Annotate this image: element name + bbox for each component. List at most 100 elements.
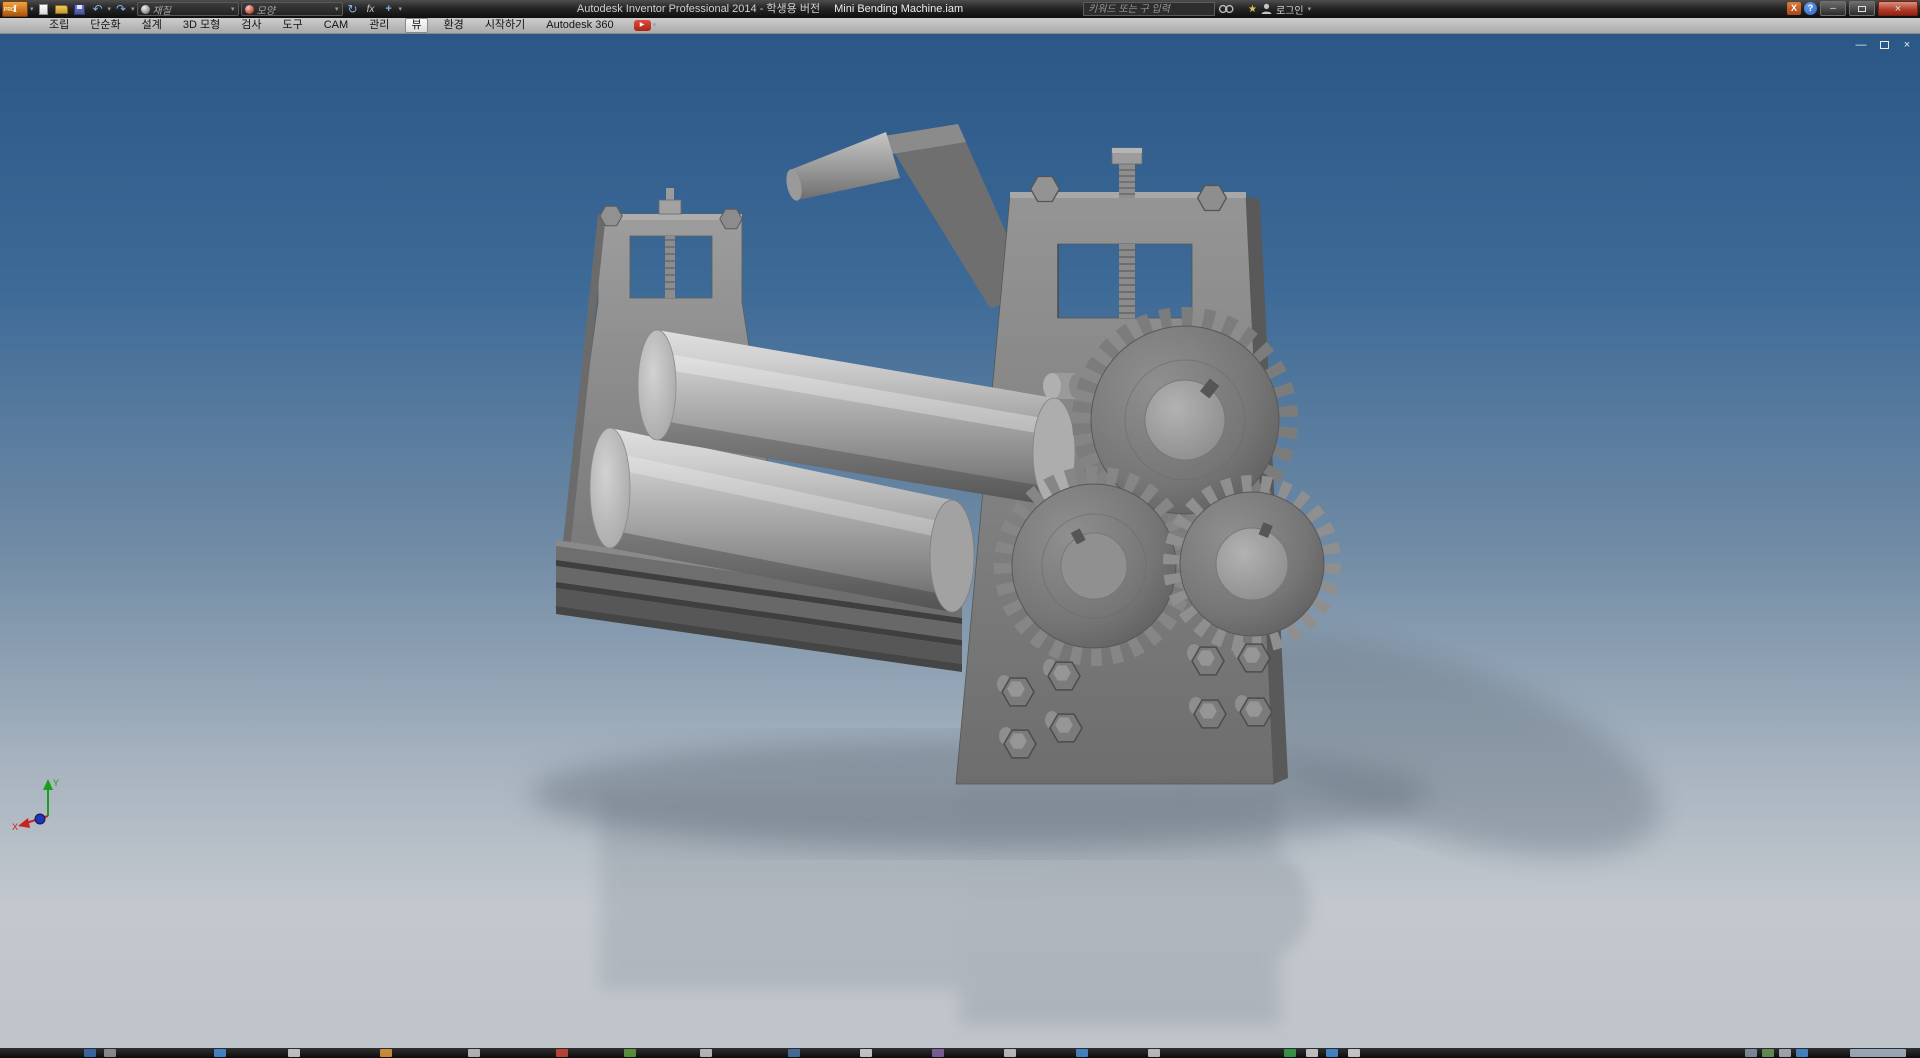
document-title-text: Mini Bending Machine.iam — [834, 3, 964, 15]
chevron-down-icon: ▾ — [335, 5, 339, 13]
3d-viewport[interactable]: X Y — [0, 34, 1920, 1048]
open-folder-icon — [55, 4, 69, 14]
tab-cam[interactable]: CAM — [319, 18, 353, 33]
update-icon: ↻ — [347, 2, 358, 16]
taskbar[interactable] — [0, 1048, 1920, 1058]
help-icon[interactable]: ? — [1804, 2, 1817, 15]
taskbar-icon[interactable] — [468, 1049, 480, 1057]
search-input[interactable] — [1083, 2, 1215, 16]
taskbar-icon[interactable] — [1745, 1049, 1757, 1057]
material-combo-value: 재질 — [152, 5, 171, 17]
save-button[interactable] — [72, 2, 88, 17]
taskbar-icon[interactable] — [1326, 1049, 1338, 1057]
titlebar: I PRO ▾ ↶ ▾ ↷ ▾ 재질 ▾ 모양 ▾ ↻ fx + ▾ Autod… — [0, 0, 1920, 18]
taskbar-icon[interactable] — [288, 1049, 300, 1057]
taskbar-icon[interactable] — [860, 1049, 872, 1057]
restore-icon — [1879, 41, 1889, 49]
new-file-icon — [39, 3, 49, 15]
taskbar-icon[interactable] — [788, 1049, 800, 1057]
taskbar-icon[interactable] — [380, 1049, 392, 1057]
chevron-down-icon[interactable]: ▾ — [1308, 2, 1312, 17]
tab-simplify[interactable]: 단순화 — [85, 18, 125, 33]
appearance-combo[interactable]: 모양 ▾ — [240, 2, 343, 17]
taskbar-icon[interactable] — [1850, 1049, 1906, 1057]
taskbar-icon[interactable] — [1348, 1049, 1360, 1057]
taskbar-icon[interactable] — [1076, 1049, 1088, 1057]
graphics-window[interactable]: X Y — × — [0, 34, 1920, 1048]
window-controls: X ? – × — [1787, 1, 1918, 16]
save-floppy-icon — [74, 3, 86, 15]
y-axis-label: Y — [53, 778, 59, 788]
chevron-down-icon: ▾ — [231, 5, 235, 13]
ribbon-tab-list: 조립 단순화 설계 3D 모형 검사 도구 CAM 관리 뷰 환경 시작하기 Autodesk 360 — [44, 18, 630, 34]
taskbar-icon[interactable] — [1284, 1049, 1296, 1057]
maximize-button[interactable] — [1849, 1, 1875, 16]
exchange-apps-icon[interactable]: X — [1787, 2, 1801, 15]
z-axis-dot — [34, 813, 46, 825]
taskbar-icon[interactable] — [556, 1049, 568, 1057]
undo-dropdown-icon[interactable]: ▾ — [108, 2, 112, 17]
play-video-icon: ▶ — [633, 20, 651, 31]
open-button[interactable] — [54, 2, 70, 17]
taskbar-icon[interactable] — [932, 1049, 944, 1057]
fx-icon: fx — [366, 3, 375, 15]
x-axis-label: X — [12, 822, 18, 832]
redo-icon: ↷ — [116, 2, 127, 16]
tab-design[interactable]: 설계 — [137, 18, 167, 33]
tab-get-started[interactable]: 시작하기 — [480, 18, 530, 33]
doc-minimize-button[interactable]: — — [1854, 39, 1868, 52]
taskbar-icon[interactable] — [84, 1049, 96, 1057]
chevron-down-icon[interactable]: ▾ — [30, 2, 34, 17]
material-combo[interactable]: 재질 ▾ — [136, 2, 239, 17]
new-file-button[interactable] — [36, 2, 52, 17]
account-area: ★ 로그인 ▾ — [1248, 0, 1311, 18]
parameters-button[interactable]: fx — [363, 2, 379, 17]
quick-access-toolbar: I PRO ▾ ↶ ▾ ↷ ▾ 재질 ▾ 모양 ▾ ↻ fx + ▾ — [2, 0, 402, 18]
document-window-controls: — × — [1854, 39, 1914, 52]
tab-inspect[interactable]: 검사 — [236, 18, 266, 33]
redo-button[interactable]: ↷ — [113, 2, 129, 17]
ribbon-tab-bar: 조립 단순화 설계 3D 모형 검사 도구 CAM 관리 뷰 환경 시작하기 Autodesk 360… — [0, 18, 1920, 34]
inventor-app-menu-button[interactable]: I PRO — [2, 1, 28, 17]
taskbar-icon[interactable] — [1004, 1049, 1016, 1057]
inventor-window: I PRO ▾ ↶ ▾ ↷ ▾ 재질 ▾ 모양 ▾ ↻ fx + ▾ Autod… — [0, 0, 1920, 1058]
taskbar-icon[interactable] — [1306, 1049, 1318, 1057]
taskbar-icon[interactable] — [214, 1049, 226, 1057]
binoculars-search-icon[interactable] — [1218, 3, 1234, 15]
search-area — [1083, 2, 1234, 16]
minimize-button[interactable]: – — [1820, 1, 1846, 16]
insert-button[interactable]: + — [381, 2, 397, 17]
tab-autodesk-360[interactable]: Autodesk 360 — [541, 18, 618, 33]
tab-tools[interactable]: 도구 — [277, 18, 307, 33]
taskbar-icon[interactable] — [104, 1049, 116, 1057]
tab-view[interactable]: 뷰 — [405, 18, 428, 33]
taskbar-icon[interactable] — [1762, 1049, 1774, 1057]
chevron-down-icon[interactable]: ▾ — [399, 2, 403, 17]
maximize-icon — [1858, 5, 1866, 12]
appearance-sphere-icon — [244, 4, 254, 14]
doc-close-button[interactable]: × — [1900, 39, 1914, 52]
video-tutorials-button[interactable]: ▶ ▾ — [633, 18, 657, 33]
favorites-star-icon[interactable]: ★ — [1248, 4, 1257, 15]
window-title: Autodesk Inventor Professional 2014 - 학생… — [440, 0, 1100, 18]
chevron-down-icon: ▾ — [652, 22, 657, 29]
taskbar-icon[interactable] — [624, 1049, 636, 1057]
app-title-text: Autodesk Inventor Professional 2014 - 학생… — [576, 3, 821, 15]
taskbar-icon[interactable] — [1779, 1049, 1791, 1057]
update-button[interactable]: ↻ — [345, 2, 361, 17]
person-icon — [1261, 3, 1272, 14]
tab-model-3d[interactable]: 3D 모형 — [178, 18, 225, 33]
redo-dropdown-icon[interactable]: ▾ — [131, 2, 135, 17]
floor-reflection — [600, 788, 1310, 1025]
taskbar-icon[interactable] — [1148, 1049, 1160, 1057]
tab-environments[interactable]: 환경 — [439, 18, 469, 33]
undo-button[interactable]: ↶ — [90, 2, 106, 17]
tab-manage[interactable]: 관리 — [364, 18, 394, 33]
doc-restore-button[interactable] — [1877, 39, 1891, 52]
taskbar-icon[interactable] — [1796, 1049, 1808, 1057]
plus-icon: + — [385, 3, 392, 15]
close-button[interactable]: × — [1878, 1, 1918, 16]
sign-in-button[interactable]: 로그인 — [1276, 2, 1304, 17]
taskbar-icon[interactable] — [700, 1049, 712, 1057]
tab-assemble[interactable]: 조립 — [44, 18, 74, 33]
